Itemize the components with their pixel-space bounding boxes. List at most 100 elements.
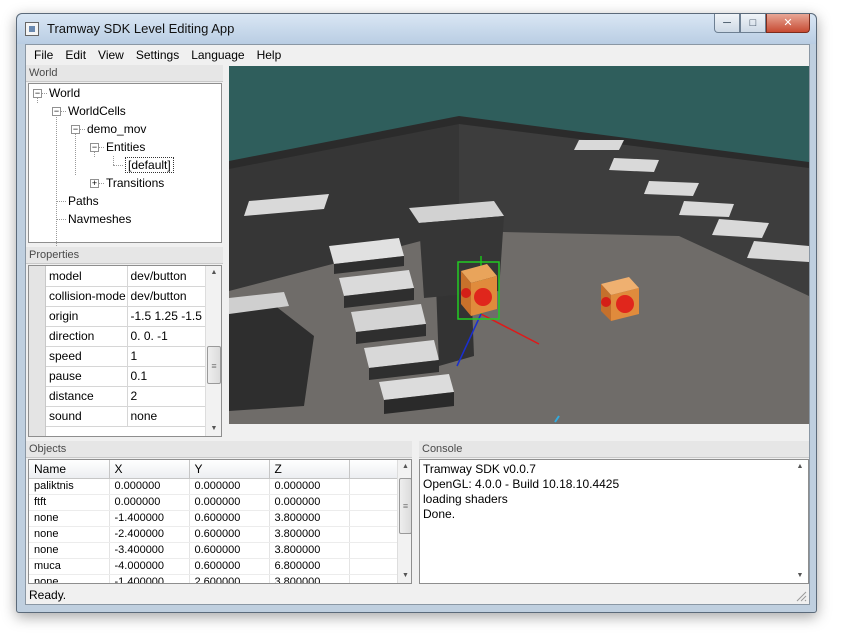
object-cell-name: none — [29, 526, 110, 543]
button-cube[interactable] — [601, 277, 639, 321]
console-line: Tramway SDK v0.0.7 — [423, 462, 536, 476]
console-line: loading shaders — [423, 492, 508, 506]
property-row[interactable]: distance 2 — [46, 386, 207, 407]
property-row[interactable]: origin -1.5 1.25 -1.5 — [46, 306, 207, 327]
object-row[interactable]: paliktnis 0.000000 0.000000 0.000000 — [29, 478, 398, 495]
column-header-y[interactable]: Y — [189, 460, 270, 479]
property-key: direction — [46, 326, 128, 347]
property-row[interactable]: sound none — [46, 406, 207, 427]
tree-item-worldcells[interactable]: WorldCells — [68, 102, 126, 120]
property-value[interactable]: none — [127, 406, 207, 427]
console-line: OpenGL: 4.0.0 - Build 10.18.10.4425 — [423, 477, 620, 491]
collapse-entities-icon[interactable]: − — [90, 143, 99, 152]
properties-panel-header: Properties — [26, 247, 223, 264]
property-value[interactable]: 0.1 — [127, 366, 207, 387]
expand-transitions-icon[interactable]: + — [90, 179, 99, 188]
objects-scrollbar[interactable]: ▲ ▼ — [397, 460, 411, 583]
tree-item-demo-mov[interactable]: demo_mov — [87, 120, 146, 138]
object-row[interactable]: ftft 0.000000 0.000000 0.000000 — [29, 494, 398, 511]
object-cell-name: paliktnis — [29, 478, 110, 495]
tree-item-navmeshes[interactable]: Navmeshes — [68, 210, 131, 228]
object-cell-z: 0.000000 — [269, 478, 350, 495]
property-row[interactable]: collision-mode dev/button — [46, 286, 207, 307]
property-key: sound — [46, 406, 128, 427]
objects-scroll-up-icon[interactable]: ▲ — [398, 460, 411, 474]
property-value[interactable]: dev/button — [127, 286, 207, 307]
menu-bar: File Edit View Settings Language Help — [26, 45, 809, 65]
object-cell-name: muca — [29, 558, 110, 575]
world-tree[interactable]: − World − WorldCells − demo_mov − Entiti… — [28, 83, 222, 272]
object-row[interactable]: muca -4.000000 0.600000 6.800000 — [29, 558, 398, 575]
object-row[interactable]: none -2.400000 0.600000 3.800000 — [29, 526, 398, 543]
tree-item-world[interactable]: World — [49, 84, 80, 102]
menu-settings[interactable]: Settings — [130, 45, 185, 65]
object-row[interactable]: none -1.400000 2.600000 3.800000 — [29, 574, 398, 583]
menu-edit[interactable]: Edit — [59, 45, 92, 65]
property-key: model — [46, 266, 128, 287]
property-row[interactable]: pause 0.1 — [46, 366, 207, 387]
column-header-name[interactable]: Name — [29, 460, 110, 479]
collapse-worldcells-icon[interactable]: − — [52, 107, 61, 116]
scroll-up-arrow-icon[interactable]: ▲ — [206, 266, 221, 280]
console-scroll-up-icon[interactable]: ▲ — [792, 460, 808, 474]
properties-scrollbar[interactable]: ▲ ▼ — [205, 266, 221, 436]
collapse-demo-mov-icon[interactable]: − — [71, 125, 80, 134]
object-cell-x: -4.000000 — [109, 558, 190, 575]
collapse-world-icon[interactable]: − — [33, 89, 42, 98]
menu-file[interactable]: File — [28, 45, 59, 65]
object-cell-spacer — [349, 494, 398, 511]
console-scrollbar[interactable]: ▲ ▼ — [792, 460, 808, 583]
object-row[interactable]: none -1.400000 0.600000 3.800000 — [29, 510, 398, 527]
objects-scroll-thumb[interactable] — [399, 478, 411, 534]
close-button[interactable]: ✕ — [766, 14, 810, 33]
object-row[interactable]: none -3.400000 0.600000 3.800000 — [29, 542, 398, 559]
tree-item-transitions[interactable]: Transitions — [106, 174, 164, 192]
object-cell-y: 0.000000 — [189, 478, 270, 495]
resize-grip-icon[interactable] — [795, 590, 807, 602]
object-cell-x: -2.400000 — [109, 526, 190, 543]
window-title: Tramway SDK Level Editing App — [47, 21, 235, 36]
property-row[interactable]: model dev/button — [46, 266, 207, 287]
menu-help[interactable]: Help — [251, 45, 288, 65]
maximize-button[interactable]: □ — [740, 14, 766, 33]
menu-view[interactable]: View — [92, 45, 130, 65]
tree-item-entities[interactable]: Entities — [106, 138, 145, 156]
column-header-spacer — [349, 460, 398, 479]
scene-render[interactable] — [229, 66, 809, 424]
object-cell-z: 3.800000 — [269, 526, 350, 543]
objects-list[interactable]: Name X Y Z paliktnis 0.000000 0.000000 0.00… — [28, 459, 412, 584]
object-cell-y: 2.600000 — [189, 574, 270, 583]
property-row[interactable]: speed 1 — [46, 346, 207, 367]
objects-scroll-down-icon[interactable]: ▼ — [398, 569, 411, 583]
minimize-button[interactable]: ─ — [714, 14, 740, 33]
property-value[interactable]: 2 — [127, 386, 207, 407]
scroll-down-arrow-icon[interactable]: ▼ — [206, 422, 221, 436]
properties-scroll-thumb[interactable] — [207, 346, 221, 384]
object-cell-x: 0.000000 — [109, 478, 190, 495]
menu-language[interactable]: Language — [185, 45, 250, 65]
client-area: File Edit View Settings Language Help Wo… — [25, 44, 810, 605]
object-cell-y: 0.600000 — [189, 558, 270, 575]
property-value[interactable]: 1 — [127, 346, 207, 367]
object-cell-y: 0.600000 — [189, 526, 270, 543]
object-cell-spacer — [349, 574, 398, 583]
object-cell-x: 0.000000 — [109, 494, 190, 511]
column-header-x[interactable]: X — [109, 460, 190, 479]
object-cell-z: 6.800000 — [269, 558, 350, 575]
property-key: speed — [46, 346, 128, 367]
3d-viewport[interactable] — [229, 66, 809, 424]
object-cell-y: 0.600000 — [189, 510, 270, 527]
property-row[interactable]: direction 0. 0. -1 — [46, 326, 207, 347]
object-cell-spacer — [349, 526, 398, 543]
property-value[interactable]: 0. 0. -1 — [127, 326, 207, 347]
title-bar[interactable]: Tramway SDK Level Editing App ─ □ ✕ — [17, 14, 816, 44]
console-scroll-down-icon[interactable]: ▼ — [792, 569, 808, 583]
tree-item-default[interactable]: [default] — [125, 156, 174, 174]
properties-table[interactable]: model dev/button collision-mode dev/button o… — [28, 265, 222, 437]
property-value[interactable]: dev/button — [127, 266, 207, 287]
column-header-z[interactable]: Z — [269, 460, 350, 479]
console-output[interactable]: Tramway SDK v0.0.7 OpenGL: 4.0.0 - Build … — [419, 459, 809, 584]
property-value[interactable]: -1.5 1.25 -1.5 — [127, 306, 207, 327]
object-cell-name: none — [29, 574, 110, 583]
tree-item-paths[interactable]: Paths — [68, 192, 99, 210]
